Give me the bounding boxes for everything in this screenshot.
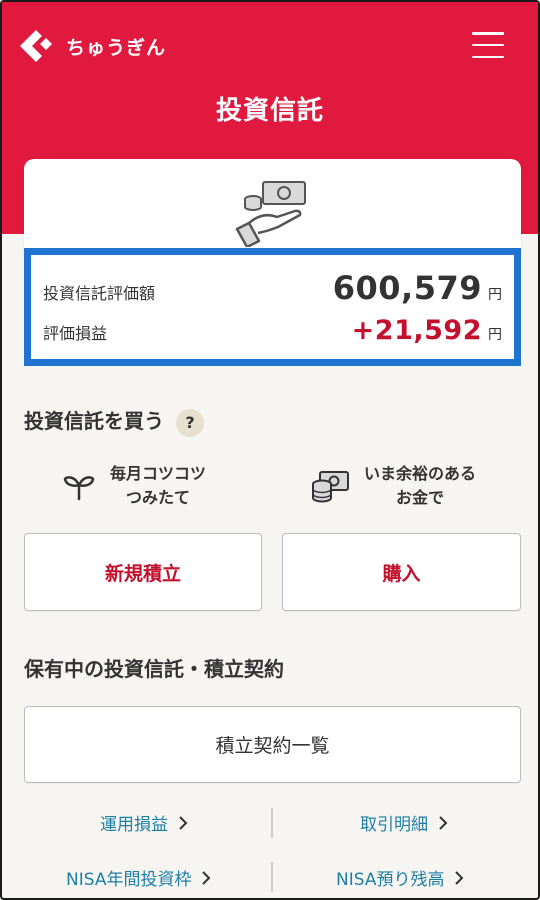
divider <box>271 808 273 838</box>
pl-link[interactable]: 運用損益 <box>100 810 188 835</box>
nisa-balance-label: NISA預り残高 <box>336 870 445 890</box>
feature1-line1: 毎月コツコツ <box>110 464 207 483</box>
sprout-icon <box>63 476 95 501</box>
chevron-right-icon <box>455 870 464 885</box>
page-title: 投資信託 <box>215 96 324 126</box>
valuation-unit: 円 <box>488 287 502 303</box>
nisa-quota-link[interactable]: NISA年間投資枠 <box>66 865 211 890</box>
feature1-line2: つみたて <box>126 488 191 507</box>
feature-monthly: 毎月コツコツ つみたて <box>62 462 206 510</box>
contract-list-button[interactable]: 積立契約一覧 <box>24 706 521 783</box>
feature2-line2: お金で <box>396 488 445 507</box>
buy-section-title: 投資信託を買う? <box>24 405 204 437</box>
chevron-right-icon <box>439 815 448 830</box>
pl-value: +21,592 <box>351 315 482 346</box>
feature-lump-sum: いま余裕のある お金で <box>310 462 476 510</box>
nisa-quota-label: NISA年間投資枠 <box>66 870 192 890</box>
brand-name: ちゅうぎん <box>66 36 167 59</box>
app-frame: ちゅうぎん 投資信託 投資信託評価額 600,579 円 評価損益 +21,592… <box>0 0 540 900</box>
summary-card-top <box>24 159 521 253</box>
brand-logo[interactable]: ちゅうぎん <box>20 26 166 66</box>
buy-title-text: 投資信託を買う <box>24 409 164 433</box>
hand-with-money-icon <box>235 181 306 247</box>
nisa-balance-link[interactable]: NISA預り残高 <box>336 865 464 890</box>
pl-link-label: 運用損益 <box>100 815 168 835</box>
pl-unit: 円 <box>488 327 502 343</box>
hamburger-menu-icon[interactable] <box>472 32 504 58</box>
valuation-label: 投資信託評価額 <box>43 284 156 303</box>
transaction-history-link[interactable]: 取引明細 <box>360 810 448 835</box>
divider <box>271 862 273 892</box>
purchase-button[interactable]: 購入 <box>282 533 521 611</box>
valuation-value: 600,579 <box>332 269 482 307</box>
holdings-section-title: 保有中の投資信託・積立契約 <box>24 657 284 681</box>
chevron-right-icon <box>179 815 188 830</box>
brand-mark-icon <box>20 30 52 62</box>
new-savings-plan-button[interactable]: 新規積立 <box>24 533 262 611</box>
history-link-label: 取引明細 <box>360 815 428 835</box>
help-icon[interactable]: ? <box>176 408 204 437</box>
chevron-right-icon <box>202 870 211 885</box>
valuation-summary: 投資信託評価額 600,579 円 評価損益 +21,592 円 <box>24 248 521 366</box>
feature2-line1: いま余裕のある <box>364 464 477 483</box>
coins-bill-icon <box>312 471 349 503</box>
pl-label: 評価損益 <box>43 324 108 343</box>
